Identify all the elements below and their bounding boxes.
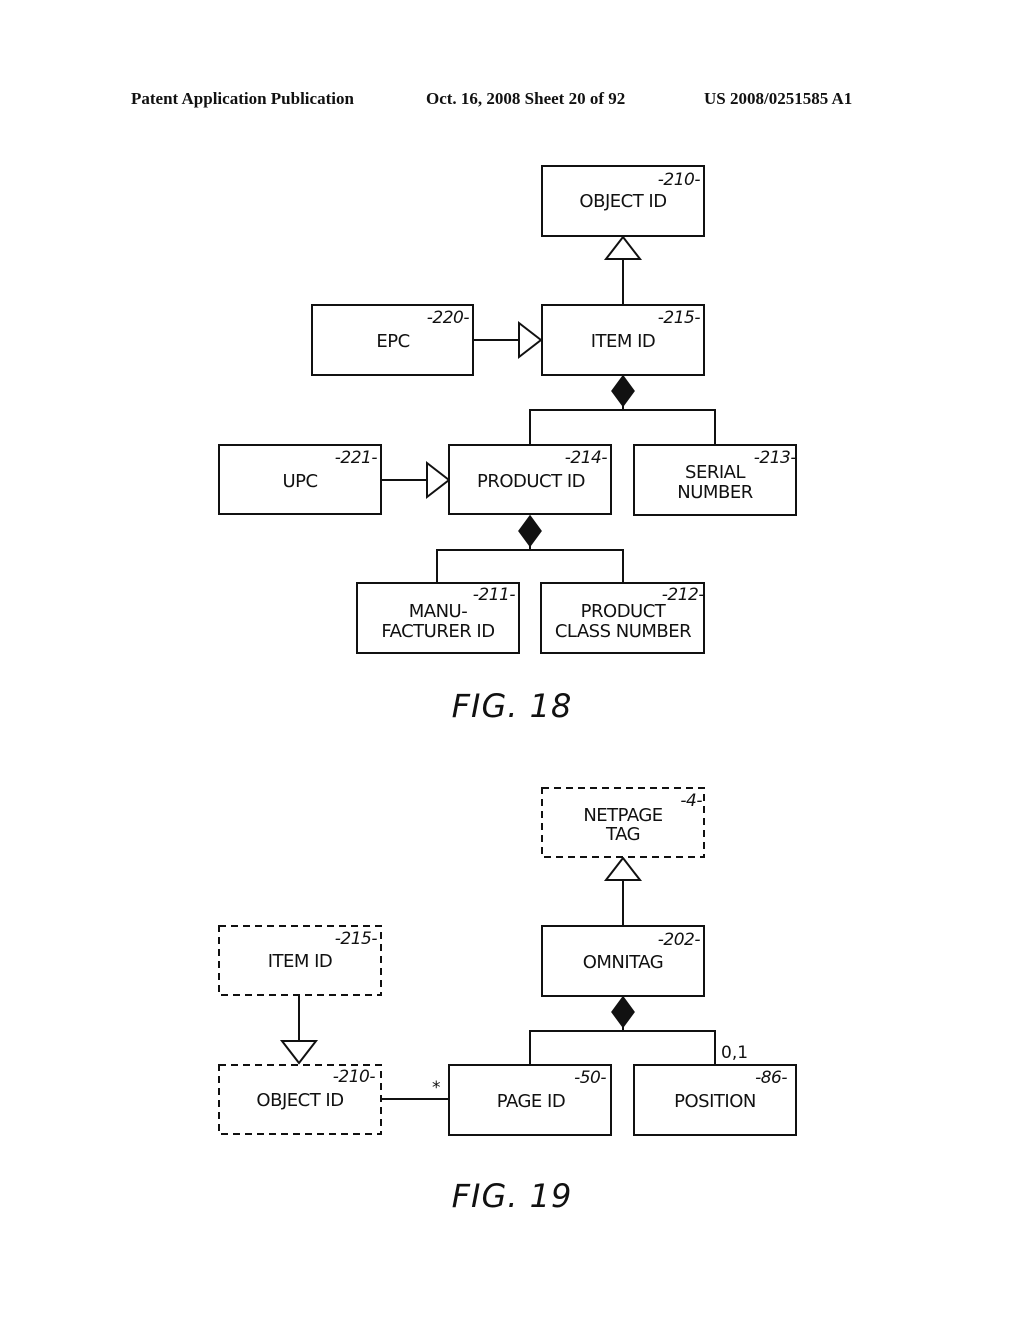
- box-label-line-1: NETPAGE: [583, 805, 662, 826]
- box-manufacturer-id[interactable]: -211- MANU- FACTURER ID: [356, 582, 520, 654]
- connector-omnitag-to-position: [623, 1030, 716, 1065]
- generalization-arrow-icon: [279, 1040, 319, 1065]
- ref-number: -210-: [658, 170, 701, 190]
- box-label-line-1: PRODUCT: [581, 601, 667, 622]
- diagram-canvas: -210- OBJECT ID -220- EPC -215- ITEM ID …: [218, 165, 797, 1215]
- composition-diamond-icon: [518, 514, 542, 548]
- box-position[interactable]: -86- POSITION: [633, 1064, 797, 1136]
- connector-omnitag-to-page: [529, 1027, 624, 1065]
- ref-number: -215-: [335, 929, 378, 949]
- ref-number: -213-: [754, 448, 797, 468]
- box-label: POSITION: [674, 1091, 756, 1112]
- multiplicity-position: 0,1: [721, 1043, 748, 1063]
- connector-product-to-class: [530, 549, 624, 583]
- box-label: PRODUCT ID: [477, 471, 585, 492]
- box-label: OBJECT ID: [256, 1090, 343, 1111]
- connector-item-to-product: [529, 406, 624, 445]
- box-label: OMNITAG: [583, 952, 664, 973]
- box-product-class-number[interactable]: -212- PRODUCT CLASS NUMBER: [540, 582, 705, 654]
- ref-number: -202-: [658, 930, 701, 950]
- box-label: ITEM ID: [268, 951, 333, 972]
- fig-18: -210- OBJECT ID -220- EPC -215- ITEM ID …: [218, 165, 797, 725]
- box-label: UPC: [282, 471, 317, 492]
- box-label-line-2: NUMBER: [677, 482, 752, 503]
- box-label: PAGE ID: [497, 1091, 565, 1112]
- composition-diamond-icon: [611, 995, 635, 1029]
- ref-number: -86-: [755, 1068, 787, 1088]
- ref-number: -4-: [680, 791, 702, 811]
- figure-caption: FIG. 18: [452, 687, 573, 725]
- composition-diamond-icon: [611, 374, 635, 408]
- box-label-line-1: MANU-: [409, 601, 467, 622]
- box-serial-number[interactable]: -213- SERIAL NUMBER: [633, 444, 797, 516]
- box-object-id-ref[interactable]: -210- OBJECT ID: [218, 1064, 382, 1135]
- ref-number: -211-: [473, 585, 516, 605]
- connector-item-to-serial: [623, 409, 716, 445]
- ref-number: -50-: [574, 1068, 606, 1088]
- generalization-arrow-icon: [426, 460, 451, 500]
- box-omnitag[interactable]: -202- OMNITAG: [541, 925, 705, 997]
- generalization-arrow-icon: [603, 856, 643, 881]
- box-label: EPC: [376, 331, 409, 352]
- box-label: OBJECT ID: [579, 191, 666, 212]
- box-product-id[interactable]: -214- PRODUCT ID: [448, 444, 612, 515]
- box-epc[interactable]: -220- EPC: [311, 304, 474, 376]
- ref-number: -221-: [335, 448, 378, 468]
- generalization-arrow-icon: [518, 320, 543, 360]
- box-page-id[interactable]: -50- PAGE ID: [448, 1064, 612, 1136]
- box-label: ITEM ID: [591, 331, 656, 352]
- ref-number: -210-: [333, 1067, 376, 1087]
- box-object-id[interactable]: -210- OBJECT ID: [541, 165, 705, 237]
- ref-number: -220-: [427, 308, 470, 328]
- multiplicity-many: *: [432, 1078, 441, 1098]
- figure-caption: FIG. 19: [452, 1177, 573, 1215]
- ref-number: -214-: [565, 448, 608, 468]
- ref-number: -215-: [658, 308, 701, 328]
- generalization-arrow-icon: [603, 235, 643, 260]
- box-label-line-2: FACTURER ID: [381, 621, 494, 642]
- box-netpage-tag[interactable]: -4- NETPAGE TAG: [541, 787, 705, 858]
- box-label-line-1: SERIAL: [685, 462, 745, 483]
- box-label-line-2: CLASS NUMBER: [555, 621, 691, 642]
- box-upc[interactable]: -221- UPC: [218, 444, 382, 515]
- box-item-id-ref[interactable]: -215- ITEM ID: [218, 925, 382, 996]
- ref-number: -212-: [662, 585, 705, 605]
- fig-19: * 0,1 -4- NETPAGE TAG -202- OMNITAG -215…: [218, 787, 797, 1215]
- box-label-line-2: TAG: [605, 824, 640, 845]
- box-item-id[interactable]: -215- ITEM ID: [541, 304, 705, 376]
- connector-product-to-manufacturer: [436, 546, 531, 583]
